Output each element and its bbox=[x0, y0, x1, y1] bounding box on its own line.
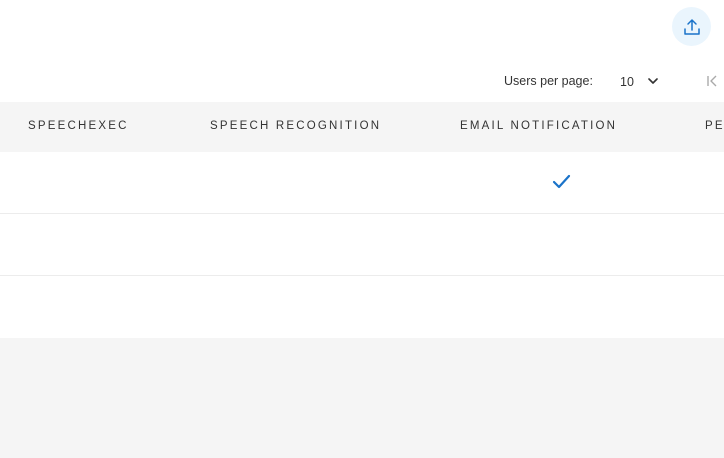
column-header-speech-recognition[interactable]: SPEECH RECOGNITION bbox=[210, 120, 381, 132]
upload-icon bbox=[683, 18, 700, 35]
table-row[interactable] bbox=[0, 276, 724, 338]
users-per-page-value: 10 bbox=[620, 75, 634, 89]
checkmark-icon bbox=[552, 174, 571, 189]
table-row[interactable] bbox=[0, 214, 724, 276]
chevron-down-icon bbox=[648, 78, 658, 84]
upload-button[interactable] bbox=[672, 7, 711, 46]
users-per-page-select[interactable]: 10 bbox=[620, 74, 664, 90]
users-page: Users per page: 10 SPEECHEXEC SPEECH REC… bbox=[0, 0, 724, 458]
users-per-page-label: Users per page: bbox=[504, 74, 593, 88]
column-header-email-notification[interactable]: EMAIL NOTIFICATION bbox=[460, 120, 617, 132]
column-header-speechexec[interactable]: SPEECHEXEC bbox=[28, 120, 129, 132]
first-page-icon[interactable] bbox=[706, 75, 718, 87]
column-header-per[interactable]: PER bbox=[705, 120, 724, 132]
toolbar: Users per page: 10 bbox=[0, 0, 724, 102]
table-row[interactable] bbox=[0, 152, 724, 214]
